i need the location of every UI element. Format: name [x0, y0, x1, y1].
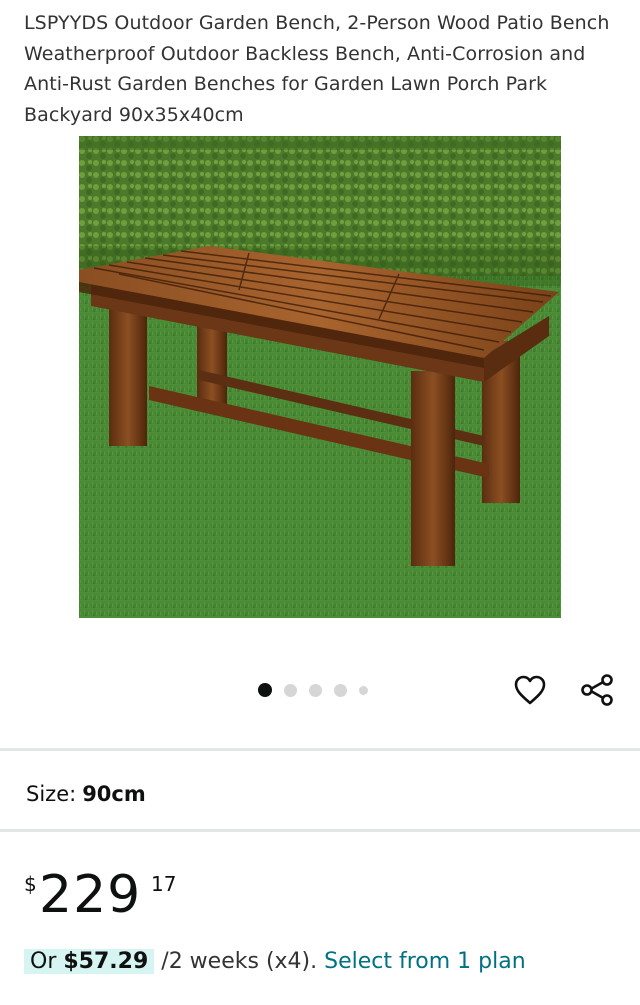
image-carousel-dots	[258, 681, 380, 699]
share-icon	[581, 674, 613, 706]
product-image[interactable]	[79, 136, 561, 618]
installment-offer: Or $57.29 /2 weeks (x4). Select from 1 p…	[24, 945, 526, 979]
carousel-dot-2[interactable]	[284, 683, 297, 697]
bench-photo	[79, 136, 561, 618]
heart-icon	[514, 675, 546, 705]
price-whole: 229	[39, 865, 142, 925]
share-button[interactable]	[577, 670, 617, 710]
carousel-dot-5[interactable]	[359, 685, 368, 695]
installment-terms: /2 weeks (x4).	[161, 949, 318, 974]
product-title: LSPYYDS Outdoor Garden Bench, 2-Person W…	[24, 12, 610, 126]
carousel-dot-4[interactable]	[334, 683, 347, 697]
price-currency-symbol: $	[24, 872, 37, 896]
carousel-dot-3[interactable]	[309, 683, 322, 697]
section-divider	[0, 748, 640, 751]
select-plan-link[interactable]: Select from 1 plan	[324, 949, 526, 974]
size-label: Size:	[26, 782, 77, 806]
section-divider	[0, 829, 640, 832]
installment-amount-badge: Or $57.29	[24, 949, 155, 974]
favorite-button[interactable]	[510, 670, 550, 710]
size-selector[interactable]: Size: 90cm	[26, 780, 146, 808]
installment-amount: $57.29	[63, 949, 149, 974]
price-fraction: 17	[151, 872, 177, 896]
installment-prefix: Or	[30, 949, 57, 974]
carousel-dot-1[interactable]	[258, 683, 272, 697]
size-value: 90cm	[82, 782, 146, 806]
